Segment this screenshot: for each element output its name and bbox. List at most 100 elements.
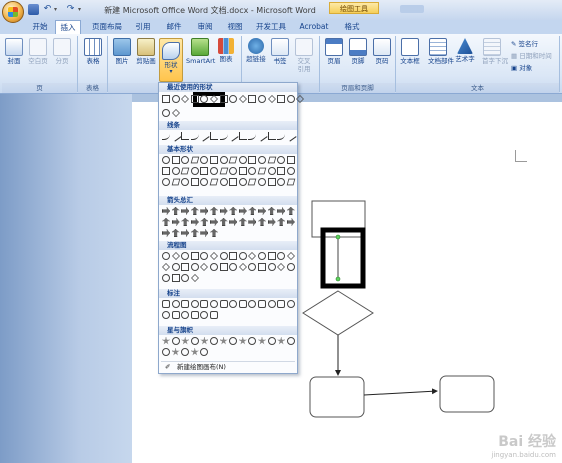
tab-references[interactable]: 引用 [130,20,156,34]
callout-shape-thumbnail[interactable] [162,311,170,319]
star-shape-thumbnail[interactable] [190,348,199,356]
flow-shape-thumbnail[interactable] [267,263,276,271]
line-shape-thumbnail[interactable] [170,130,182,142]
arrow-shape-thumbnail[interactable] [219,218,228,226]
flow-shape-thumbnail[interactable] [171,274,180,282]
basic-shape-thumbnail[interactable] [229,178,238,186]
arrow-shape-thumbnail[interactable] [162,218,170,226]
line-shape-thumbnail[interactable] [277,132,286,140]
callout-shape-thumbnail[interactable] [181,300,190,308]
arrow-shape-thumbnail[interactable] [258,218,266,226]
flow-shape-thumbnail[interactable] [200,263,209,271]
recent-shape-thumbnail[interactable] [162,109,170,117]
star-shape-thumbnail[interactable] [238,337,247,345]
line-shape-thumbnail[interactable] [256,130,268,142]
basic-shape-thumbnail[interactable] [286,156,295,164]
basic-shape-thumbnail[interactable] [210,156,218,164]
page-break-button[interactable]: 分页 [52,38,72,65]
signature-line-button[interactable]: ✎ 签名行 [511,38,538,48]
flow-shape-thumbnail[interactable] [162,252,170,260]
basic-shape-thumbnail[interactable] [181,156,190,164]
callout-shape-thumbnail[interactable] [190,311,199,319]
line-shape-thumbnail[interactable] [227,130,239,142]
recent-shape-thumbnail[interactable] [238,95,247,103]
arrow-shape-thumbnail[interactable] [248,207,257,215]
window-controls[interactable] [400,5,424,13]
basic-shape-thumbnail[interactable] [162,167,170,175]
basic-shape-thumbnail[interactable] [228,156,238,164]
flow-shape-thumbnail[interactable] [277,252,286,260]
basic-shape-thumbnail[interactable] [238,167,247,175]
basic-shape-thumbnail[interactable] [258,156,266,164]
basic-shape-thumbnail[interactable] [277,167,286,175]
arrow-shape-thumbnail[interactable] [210,207,218,215]
recent-shape-thumbnail[interactable] [171,95,180,103]
line-shape-thumbnail[interactable] [248,132,257,140]
recent-shape-thumbnail[interactable] [162,95,170,103]
arrow-shape-thumbnail[interactable] [200,229,209,237]
star-shape-thumbnail[interactable] [286,337,295,345]
flow-shape-thumbnail[interactable] [181,274,190,282]
basic-shape-thumbnail[interactable] [219,167,228,175]
basic-shape-thumbnail[interactable] [162,156,170,164]
star-shape-thumbnail[interactable] [162,348,170,356]
star-shape-thumbnail[interactable] [210,337,218,345]
arrow-shape-thumbnail[interactable] [219,207,228,215]
arrow-shape-thumbnail[interactable] [229,207,238,215]
line-shape-thumbnail[interactable] [162,132,170,140]
tab-view[interactable]: 视图 [222,20,248,34]
arrow-shape-thumbnail[interactable] [190,207,199,215]
basic-shape-thumbnail[interactable] [248,167,257,175]
star-shape-thumbnail[interactable] [181,348,190,356]
recent-shape-thumbnail[interactable] [219,95,228,103]
basic-shape-thumbnail[interactable] [181,178,190,186]
line-shape-thumbnail[interactable] [219,132,228,140]
tab-insert[interactable]: 插入 [55,20,81,34]
flow-shape-thumbnail[interactable] [267,252,276,260]
clip-art-button[interactable]: 剪贴画 [136,38,156,65]
callout-shape-thumbnail[interactable] [190,300,199,308]
arrow-shape-thumbnail[interactable] [181,207,190,215]
callout-shape-thumbnail[interactable] [171,311,180,319]
recent-shape-thumbnail[interactable] [171,109,180,117]
callout-shape-thumbnail[interactable] [277,300,286,308]
flow-shape-thumbnail[interactable] [258,263,266,271]
star-shape-thumbnail[interactable] [200,337,209,345]
basic-shape-thumbnail[interactable] [219,178,228,186]
star-shape-thumbnail[interactable] [258,337,266,345]
arrow-end-handle[interactable] [335,276,341,282]
flow-shape-thumbnail[interactable] [162,274,170,282]
arrow-shape-thumbnail[interactable] [210,229,218,237]
line-shape-thumbnail[interactable] [198,130,210,142]
basic-shape-thumbnail[interactable] [219,156,228,164]
arrow-shape-thumbnail[interactable] [229,218,238,226]
basic-shape-thumbnail[interactable] [171,167,180,175]
flow-shape-thumbnail[interactable] [219,252,228,260]
basic-shape-thumbnail[interactable] [190,178,199,186]
flow-shape-thumbnail[interactable] [190,252,199,260]
new-drawing-canvas-item[interactable]: ✐ 新建绘图画布(N) [161,361,295,371]
page-number-button[interactable]: 页码 [372,38,392,65]
callout-shape-thumbnail[interactable] [162,300,170,308]
arrow-shape-thumbnail[interactable] [267,207,276,215]
wordart-button[interactable]: 艺术字 [455,38,475,63]
flow-shape-thumbnail[interactable] [286,252,295,260]
flow-shape-thumbnail[interactable] [258,252,266,260]
tab-format[interactable]: 格式 [338,20,366,34]
recent-shape-thumbnail[interactable] [267,95,276,103]
basic-shape-thumbnail[interactable] [258,178,266,186]
flow-shape-thumbnail[interactable] [219,263,228,271]
text-box-button[interactable]: 文本框 [400,38,420,65]
recent-shape-thumbnail[interactable] [277,95,286,103]
arrow-shape-thumbnail[interactable] [181,229,190,237]
flow-shape-thumbnail[interactable] [229,263,238,271]
picture-button[interactable]: 图片 [112,38,132,65]
office-button[interactable] [2,1,24,23]
arrow-shape-thumbnail[interactable] [171,218,180,226]
flow-shape-thumbnail[interactable] [190,274,199,282]
flow-shape-thumbnail[interactable] [248,263,257,271]
arrow-shape-thumbnail[interactable] [238,218,247,226]
recent-shape-thumbnail[interactable] [258,95,266,103]
basic-shape-thumbnail[interactable] [286,178,296,186]
callout-shape-thumbnail[interactable] [210,311,218,319]
